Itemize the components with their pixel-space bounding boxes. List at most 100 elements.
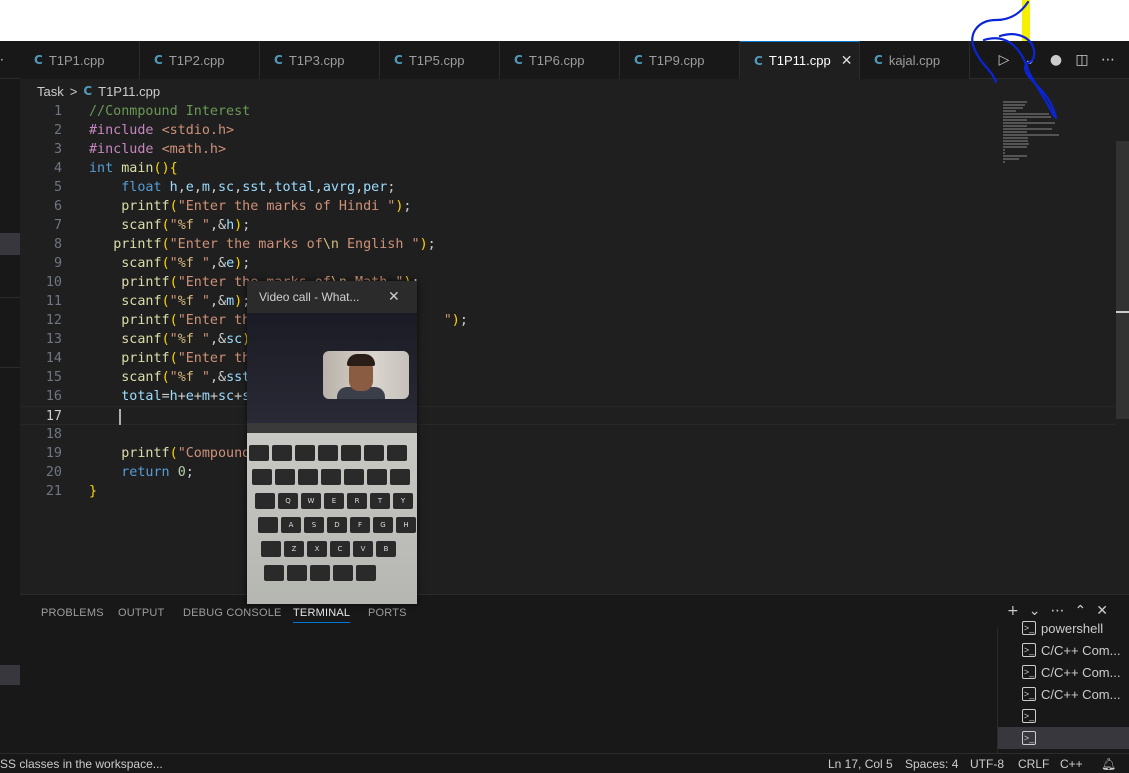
keyboard-key [272, 445, 292, 461]
bottom-panel: PROBLEMS OUTPUT DEBUG CONSOLE TERMINAL PORTS… [20, 594, 1129, 754]
terminal-list-item[interactable]: >_ C/C++ Com... [998, 661, 1129, 683]
keyboard-key [387, 445, 407, 461]
video-call-window[interactable]: Video call - What... ✕ QWERTY ASDFGH ZXCVB [247, 281, 417, 604]
status-line-ending[interactable]: CRLF [1018, 757, 1049, 771]
line-number: 1 [53, 104, 62, 119]
code-text: #include <stdio.h> [89, 123, 235, 138]
minimap-line [1003, 131, 1027, 133]
code-line[interactable]: 7 scanf("%f ",&h); [20, 216, 1116, 235]
code-text: #include <math.h> [89, 142, 227, 157]
code-line[interactable]: 16 total=h+e+m+sc+s [20, 387, 1116, 406]
code-line[interactable]: 8 printf("Enter the marks of\n English "… [20, 235, 1116, 254]
cpp-file-icon: C [514, 53, 523, 67]
line-number: 11 [45, 294, 62, 309]
status-indentation[interactable]: Spaces: 4 [905, 757, 958, 771]
more-icon[interactable]: ⋯ [1099, 52, 1117, 68]
self-video-preview [323, 351, 409, 399]
vscode-window: · C T1P1.cpp C T1P2.cpp C T1P3.cpp C T1P5.cpp C T… [0, 41, 1129, 773]
panel-tab[interactable]: PROBLEMS [41, 607, 104, 619]
sidebar-selected-item[interactable] [0, 233, 20, 255]
terminal-label: C/C++ Com... [1041, 686, 1121, 702]
video-call-titlebar[interactable]: Video call - What... ✕ [247, 281, 417, 313]
breadcrumb-folder[interactable]: Task [37, 84, 64, 99]
code-line[interactable]: 19 printf("Compound [20, 444, 1116, 463]
tab-label: T1P9.cpp [648, 52, 705, 68]
editor-tab[interactable]: C T1P9.cpp [620, 41, 740, 79]
sidebar-selected-item[interactable] [0, 665, 20, 685]
code-line[interactable]: 10 printf("Enter the marks of\n Math "); [20, 273, 1116, 292]
keyboard-key: D [327, 517, 347, 533]
code-line[interactable]: 20 return 0; [20, 463, 1116, 482]
code-line[interactable]: 17 [20, 406, 1116, 425]
terminal-list-item[interactable]: >_ C/C++ Com... [998, 639, 1129, 661]
terminal-list-item[interactable]: >_ powershell [998, 617, 1129, 639]
line-number: 7 [53, 218, 62, 233]
cpp-file-icon: C [754, 53, 763, 68]
breadcrumb-separator: > [69, 83, 78, 99]
code-line[interactable]: 9 scanf("%f ",&e); [20, 254, 1116, 273]
minimap-line [1003, 158, 1019, 160]
code-line[interactable]: 13 scanf("%f ",&sc); [20, 330, 1116, 349]
panel-tab[interactable]: OUTPUT [118, 607, 164, 619]
editor-tab[interactable]: Ckajal.cpp [860, 41, 970, 79]
line-number: 16 [45, 389, 62, 404]
minimap-line [1003, 125, 1027, 127]
tab-label: T1P2.cpp [168, 52, 225, 68]
tab-label: T1P11.cpp [768, 53, 831, 68]
keyboard-key [255, 493, 275, 509]
code-line[interactable]: 2 #include <stdio.h> [20, 121, 1116, 140]
terminal-icon: >_ [1022, 709, 1036, 723]
line-number: 17 [45, 409, 62, 424]
line-number: 12 [45, 313, 62, 328]
editor-tab[interactable]: C T1P1.cpp [20, 41, 140, 79]
keyboard-key [356, 565, 376, 581]
code-editor[interactable]: 1 //Conmpound Interest 2 #include <stdio.h>… [20, 101, 1116, 594]
line-number: 4 [53, 161, 62, 176]
bell-icon[interactable]: 🔔︎ [1101, 757, 1116, 771]
code-line[interactable]: 1 //Conmpound Interest [20, 102, 1116, 121]
editor-tab[interactable]: C T1P2.cpp [140, 41, 260, 79]
keyboard-row [247, 469, 417, 487]
panel-tab[interactable]: TERMINAL [293, 607, 351, 623]
status-language[interactable]: C++ [1060, 757, 1083, 771]
keyboard-key [264, 565, 284, 581]
line-number: 2 [53, 123, 62, 138]
line-number: 21 [45, 484, 62, 499]
code-text: return 0; [121, 465, 194, 480]
code-line[interactable]: 21} [20, 482, 1116, 501]
code-line[interactable]: 14 printf("Enter the [20, 349, 1116, 368]
code-line[interactable]: 11 scanf("%f ",&m); [20, 292, 1116, 311]
code-text: scanf("%f ",&sst); [121, 370, 266, 385]
editor-tab[interactable]: C T1P3.cpp [260, 41, 380, 79]
split-editor-icon[interactable]: ◫ [1073, 52, 1091, 68]
code-line[interactable]: 3 #include <math.h> [20, 140, 1116, 159]
terminal-list-item[interactable]: >_ [998, 727, 1129, 749]
tab-overflow-icon[interactable]: · [0, 53, 4, 67]
tab-label: kajal.cpp [888, 52, 941, 68]
keyboard-key: Y [393, 493, 413, 509]
close-icon[interactable]: ✕ [388, 288, 400, 305]
code-line[interactable]: 5 float h,e,m,sc,sst,total,avrg,per; [20, 178, 1116, 197]
breadcrumb-file[interactable]: T1P11.cpp [98, 84, 160, 99]
code-line[interactable]: 12 printf("Enter the "); [20, 311, 1116, 330]
keyboard-key: E [324, 493, 344, 509]
terminal-list-item[interactable]: >_ [998, 705, 1129, 727]
breadcrumb: Task > C T1P11.cpp [37, 81, 160, 101]
code-text: printf("Enter the marks of Hindi "); [121, 199, 412, 214]
panel-tab[interactable]: DEBUG CONSOLE [183, 607, 282, 619]
code-line[interactable]: 18 [20, 425, 1116, 444]
code-line[interactable]: 6 printf("Enter the marks of Hindi "); [20, 197, 1116, 216]
tab-close-icon[interactable]: ✕ [841, 52, 853, 69]
code-line[interactable]: 4 int main(){ [20, 159, 1116, 178]
editor-tab[interactable]: C T1P11.cpp ✕ [740, 41, 860, 79]
panel-tab[interactable]: PORTS [368, 607, 407, 619]
status-cursor-position[interactable]: Ln 17, Col 5 [828, 757, 893, 771]
status-encoding[interactable]: UTF-8 [970, 757, 1004, 771]
terminal-list-item[interactable]: >_ C/C++ Com... [998, 683, 1129, 705]
editor-tab[interactable]: C T1P6.cpp [500, 41, 620, 79]
code-text: printf("Enter the marks of\n English "); [113, 237, 436, 252]
editor-scrollbar[interactable] [1116, 141, 1129, 419]
editor-tab[interactable]: C T1P5.cpp [380, 41, 500, 79]
keyboard-key [344, 469, 364, 485]
code-line[interactable]: 15 scanf("%f ",&sst); [20, 368, 1116, 387]
